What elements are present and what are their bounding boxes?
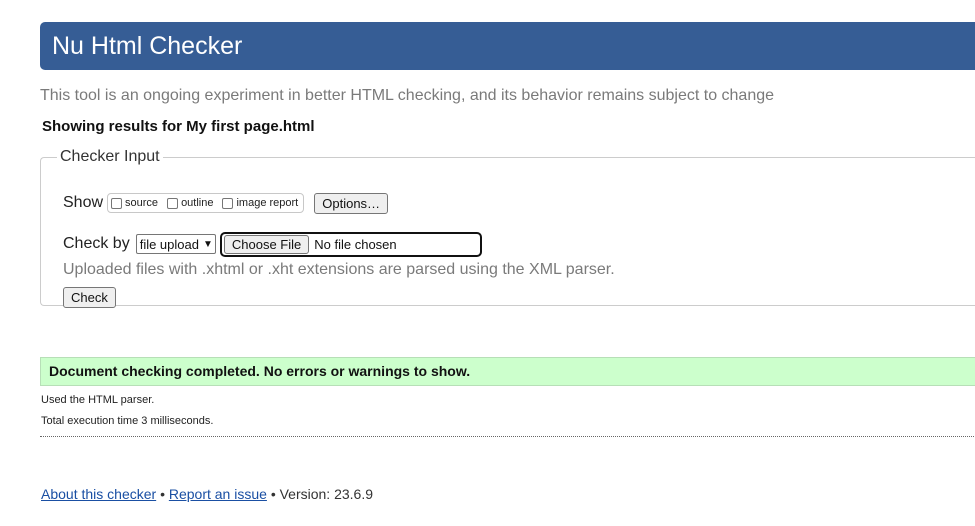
about-checker-link[interactable]: About this checker bbox=[41, 486, 156, 502]
outline-checkbox[interactable] bbox=[167, 197, 179, 209]
xml-parser-note: Uploaded files with .xhtml or .xht exten… bbox=[63, 261, 615, 278]
options-button[interactable]: Options… bbox=[314, 192, 389, 214]
show-label: Show bbox=[63, 194, 104, 211]
file-input[interactable]: Choose File No file chosen bbox=[219, 231, 482, 257]
check-by-select[interactable]: file upload ▼ bbox=[135, 234, 216, 254]
report-issue-link[interactable]: Report an issue bbox=[169, 486, 267, 502]
page-header: Nu Html Checker bbox=[40, 22, 975, 70]
page-title: Nu Html Checker bbox=[52, 32, 243, 60]
source-checkbox[interactable] bbox=[111, 197, 123, 209]
intro-text: This tool is an ongoing experiment in be… bbox=[40, 87, 775, 104]
footer-separator: • bbox=[160, 486, 165, 502]
show-source-option[interactable]: source bbox=[111, 197, 158, 209]
show-options-group: source outline image report bbox=[107, 193, 305, 213]
image-report-checkbox-label: image report bbox=[236, 197, 299, 209]
check-button[interactable]: Check bbox=[63, 287, 116, 308]
source-checkbox-label: source bbox=[125, 197, 159, 209]
file-status-text: No file chosen bbox=[314, 236, 397, 252]
success-message: Document checking completed. No errors o… bbox=[40, 357, 975, 386]
parser-note: Used the HTML parser. bbox=[41, 394, 155, 406]
show-image-report-option[interactable]: image report bbox=[222, 197, 298, 209]
check-by-selected-value: file upload bbox=[139, 236, 199, 252]
show-row: Show source outline image report Options… bbox=[63, 191, 389, 215]
chevron-down-icon: ▼ bbox=[202, 238, 213, 250]
footer: About this checker • Report an issue • V… bbox=[41, 486, 373, 502]
checker-input-legend: Checker Input bbox=[60, 148, 160, 165]
show-outline-option[interactable]: outline bbox=[167, 197, 213, 209]
footer-separator: • bbox=[270, 486, 276, 502]
execution-time: Total execution time 3 milliseconds. bbox=[41, 415, 214, 427]
version-text: Version: 23.6.9 bbox=[279, 486, 374, 502]
image-report-checkbox[interactable] bbox=[222, 197, 234, 209]
check-by-label: Check by bbox=[63, 235, 130, 252]
choose-file-button[interactable]: Choose File bbox=[223, 234, 310, 254]
check-by-row: Check by file upload ▼ Choose File No fi… bbox=[63, 230, 482, 258]
results-for-heading: Showing results for My first page.html bbox=[42, 118, 315, 135]
checker-input-fieldset: Checker Input Show source outline image … bbox=[40, 148, 975, 308]
outline-checkbox-label: outline bbox=[181, 197, 214, 209]
dotted-divider bbox=[40, 436, 975, 437]
